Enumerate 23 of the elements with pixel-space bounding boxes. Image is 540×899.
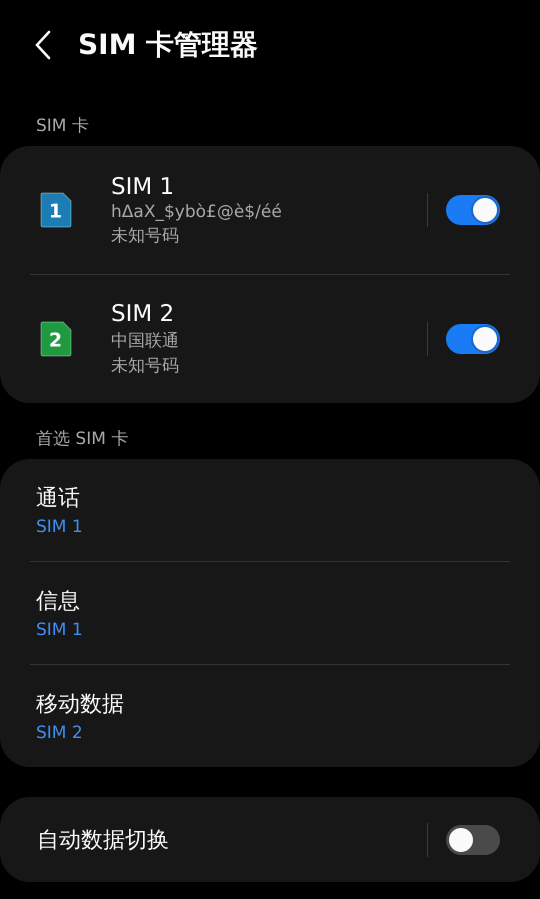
back-icon — [34, 30, 52, 60]
sim-card-icon: 1 — [40, 192, 72, 228]
carrier-name: 中国联通 — [111, 330, 180, 352]
toggle-switch[interactable] — [446, 195, 500, 225]
setting-value: SIM 1 — [36, 620, 84, 640]
section-header: SIM 卡 — [35, 115, 90, 138]
carrier-name: hΔaX_$ybò£@è$/éé — [111, 202, 283, 222]
phone-number: 未知号码 — [111, 355, 180, 377]
toggle-switch[interactable] — [446, 824, 500, 854]
setting-value: SIM 1 — [36, 517, 84, 537]
page-title: SIM 卡管理器 — [78, 27, 258, 63]
setting-value: SIM 2 — [36, 723, 84, 743]
setting-label[interactable]: 通话 — [36, 483, 540, 513]
setting-label[interactable]: 移动数据 — [36, 689, 540, 719]
section-header: 首选 SIM 卡 — [35, 428, 130, 451]
setting-label[interactable]: 信息 — [36, 586, 540, 616]
setting-label: 自动数据切换 — [37, 826, 170, 854]
sim-card-icon: 2 — [40, 321, 72, 357]
sim-name: SIM 2 — [111, 301, 176, 327]
phone-number: 未知号码 — [111, 224, 180, 246]
sim-name: SIM 1 — [111, 174, 176, 200]
toggle-switch[interactable] — [446, 324, 500, 354]
back-button[interactable] — [34, 30, 52, 60]
